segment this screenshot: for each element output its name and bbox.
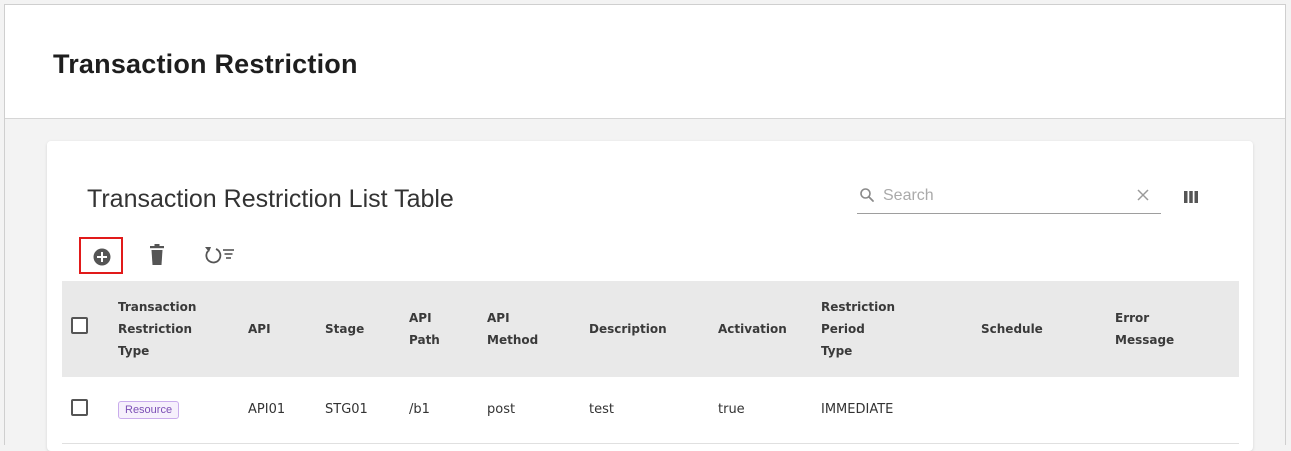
table-header-row: Transaction Restriction Type API Stage A… <box>62 281 1239 377</box>
header-api-path[interactable]: API Path <box>403 281 481 377</box>
trash-icon <box>150 244 164 265</box>
restriction-table: Transaction Restriction Type API Stage A… <box>62 281 1239 444</box>
header-restriction-period-type[interactable]: Restriction Period Type <box>815 281 975 377</box>
add-circle-icon <box>93 248 111 266</box>
add-button[interactable] <box>79 237 123 274</box>
view-column-icon[interactable] <box>1183 189 1199 205</box>
close-icon[interactable] <box>1135 187 1151 203</box>
page-header: Transaction Restriction <box>5 5 1285 119</box>
header-transaction-restriction-type[interactable]: Transaction Restriction Type <box>112 281 242 377</box>
app-frame: Transaction Restriction Transaction Rest… <box>4 4 1286 451</box>
cell-description: test <box>589 402 614 418</box>
header-description[interactable]: Description <box>583 281 712 377</box>
list-card: Transaction Restriction List Table Searc… <box>47 141 1253 451</box>
reset-filter-icon <box>205 247 234 264</box>
search-box <box>857 181 1161 214</box>
reset-filter-button[interactable] <box>201 241 241 267</box>
delete-button[interactable] <box>147 243 167 267</box>
cell-api-path: /b1 <box>409 402 430 418</box>
cell-type: Resource <box>112 377 242 443</box>
header-activation[interactable]: Activation <box>712 281 815 377</box>
cell-restriction-period-type: IMMEDIATE <box>821 402 894 418</box>
header-schedule[interactable]: Schedule <box>975 281 1109 377</box>
search-input[interactable] <box>883 183 1123 209</box>
page-title: Transaction Restriction <box>53 49 358 79</box>
row-checkbox[interactable] <box>71 399 88 417</box>
header-api[interactable]: API <box>242 281 319 377</box>
search-icon <box>860 188 874 202</box>
cell-schedule <box>975 377 1109 443</box>
type-badge: Resource <box>118 400 180 419</box>
header-error-message[interactable]: Error Message <box>1109 281 1239 377</box>
cell-error-message <box>1109 377 1239 443</box>
select-all-checkbox[interactable] <box>71 317 88 334</box>
header-stage[interactable]: Stage <box>319 281 403 377</box>
cell-api-method: post <box>487 402 516 418</box>
card-title: Transaction Restriction List Table <box>87 185 454 213</box>
header-select-all <box>62 281 112 377</box>
cell-activation: true <box>718 402 745 418</box>
row-select-cell <box>62 377 112 443</box>
cell-api: API01 <box>248 402 286 418</box>
table-row[interactable]: Resource API01 STG01 /b1 post test true … <box>62 377 1239 443</box>
cell-stage: STG01 <box>325 402 368 418</box>
header-api-method[interactable]: API Method <box>481 281 583 377</box>
